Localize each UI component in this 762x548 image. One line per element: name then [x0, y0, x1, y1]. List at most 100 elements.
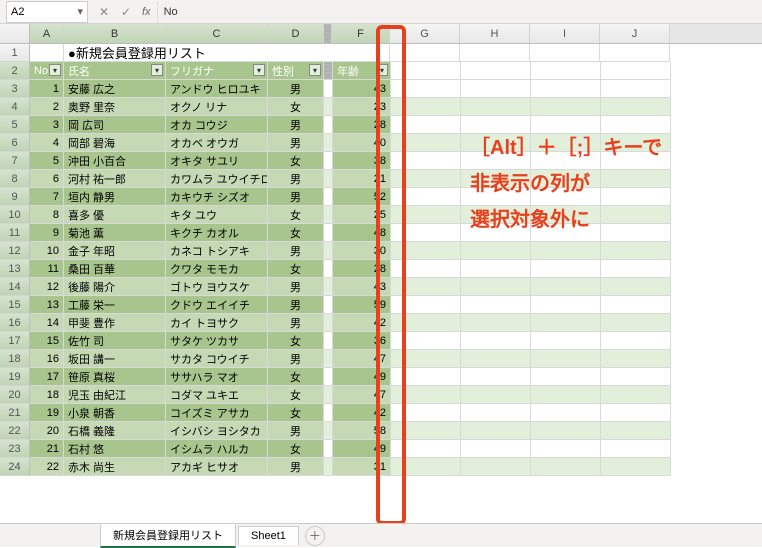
row-header[interactable]: 19: [0, 368, 30, 386]
cell-no[interactable]: 7: [30, 188, 64, 206]
cell-kana[interactable]: アンドウ ヒロユキ: [166, 80, 268, 98]
cell-sex[interactable]: 女: [268, 386, 324, 404]
row-header[interactable]: 11: [0, 224, 30, 242]
cell-name[interactable]: 児玉 由紀江: [64, 386, 166, 404]
th-kana[interactable]: フリガナ▾: [166, 62, 268, 80]
formula-bar[interactable]: No: [157, 1, 762, 23]
add-sheet-icon[interactable]: ＋: [305, 526, 325, 546]
cell-no[interactable]: 2: [30, 98, 64, 116]
row-header[interactable]: 20: [0, 386, 30, 404]
cell-kana[interactable]: イシバシ ヨシタカ: [166, 422, 268, 440]
cell-no[interactable]: 22: [30, 458, 64, 476]
cell-age[interactable]: 49: [333, 368, 391, 386]
cell-name[interactable]: 岡部 碧海: [64, 134, 166, 152]
row-header[interactable]: 21: [0, 404, 30, 422]
row-header[interactable]: 23: [0, 440, 30, 458]
fx-icon[interactable]: fx: [142, 6, 151, 18]
col-C[interactable]: C: [166, 24, 268, 43]
chevron-down-icon[interactable]: ▾: [77, 5, 83, 18]
col-G[interactable]: G: [390, 24, 460, 43]
cell-kana[interactable]: カワムラ ユウイチロウ: [166, 170, 268, 188]
cell-no[interactable]: 14: [30, 314, 64, 332]
cell-no[interactable]: 10: [30, 242, 64, 260]
cell-age[interactable]: 36: [333, 332, 391, 350]
cell-kana[interactable]: カイ トヨサク: [166, 314, 268, 332]
cell-sex[interactable]: 女: [268, 404, 324, 422]
tab-sheet1[interactable]: Sheet1: [238, 526, 299, 545]
cancel-icon[interactable]: ✕: [96, 5, 112, 19]
col-D[interactable]: D: [268, 24, 324, 43]
row-header[interactable]: 17: [0, 332, 30, 350]
th-age[interactable]: 年齢▾: [333, 62, 391, 80]
cell-no[interactable]: 12: [30, 278, 64, 296]
cell-age[interactable]: 31: [333, 458, 391, 476]
cell-age[interactable]: 38: [333, 152, 391, 170]
filter-icon[interactable]: ▾: [309, 64, 321, 76]
row-header[interactable]: 9: [0, 188, 30, 206]
cell-name[interactable]: 河村 祐一郎: [64, 170, 166, 188]
cell-kana[interactable]: コイズミ アサカ: [166, 404, 268, 422]
cell-kana[interactable]: ゴトウ ヨウスケ: [166, 278, 268, 296]
cell-sex[interactable]: 男: [268, 296, 324, 314]
cell-name[interactable]: 石村 悠: [64, 440, 166, 458]
cell-no[interactable]: 9: [30, 224, 64, 242]
cell-no[interactable]: 11: [30, 260, 64, 278]
cell-age[interactable]: 25: [333, 206, 391, 224]
cell-name[interactable]: 坂田 講一: [64, 350, 166, 368]
cell-name[interactable]: 後藤 陽介: [64, 278, 166, 296]
cell-age[interactable]: 58: [333, 422, 391, 440]
cell-kana[interactable]: オカベ オウガ: [166, 134, 268, 152]
row-header[interactable]: 12: [0, 242, 30, 260]
cell-no[interactable]: 5: [30, 152, 64, 170]
cell-name[interactable]: 赤木 尚生: [64, 458, 166, 476]
row-header[interactable]: 10: [0, 206, 30, 224]
cell-sex[interactable]: 男: [268, 188, 324, 206]
cell-no[interactable]: 3: [30, 116, 64, 134]
cell-age[interactable]: 49: [333, 440, 391, 458]
cell-age[interactable]: 21: [333, 170, 391, 188]
cell-kana[interactable]: オカ コウジ: [166, 116, 268, 134]
cell-sex[interactable]: 男: [268, 314, 324, 332]
filter-icon[interactable]: ▾: [151, 64, 163, 76]
cell-sex[interactable]: 男: [268, 134, 324, 152]
cell-kana[interactable]: キタ ユウ: [166, 206, 268, 224]
cell-name[interactable]: 工藤 栄一: [64, 296, 166, 314]
row-header[interactable]: 4: [0, 98, 30, 116]
cell-name[interactable]: 金子 年昭: [64, 242, 166, 260]
cell-sex[interactable]: 女: [268, 260, 324, 278]
spreadsheet-grid[interactable]: A B C D F G H I J 1 ●新規会員登録用リスト 2 No▾ 氏名…: [0, 24, 762, 476]
cell-age[interactable]: 47: [333, 350, 391, 368]
cell-age[interactable]: 42: [333, 314, 391, 332]
cell-no[interactable]: 8: [30, 206, 64, 224]
row-header[interactable]: 15: [0, 296, 30, 314]
cell-age[interactable]: 28: [333, 260, 391, 278]
cell-no[interactable]: 19: [30, 404, 64, 422]
cell-kana[interactable]: オクノ リナ: [166, 98, 268, 116]
cell-name[interactable]: 甲斐 豊作: [64, 314, 166, 332]
cell-sex[interactable]: 男: [268, 116, 324, 134]
cell-sex[interactable]: 男: [268, 458, 324, 476]
cell-kana[interactable]: クワタ モモカ: [166, 260, 268, 278]
cell-name[interactable]: 安藤 広之: [64, 80, 166, 98]
cell-sex[interactable]: 男: [268, 170, 324, 188]
cell-age[interactable]: 48: [333, 224, 391, 242]
filter-icon[interactable]: ▾: [376, 64, 388, 76]
cell-age[interactable]: 47: [333, 386, 391, 404]
cell-no[interactable]: 20: [30, 422, 64, 440]
cell-no[interactable]: 4: [30, 134, 64, 152]
row-header[interactable]: 3: [0, 80, 30, 98]
col-F[interactable]: F: [332, 24, 390, 43]
cell-kana[interactable]: サカタ コウイチ: [166, 350, 268, 368]
cell-sex[interactable]: 男: [268, 80, 324, 98]
row-header[interactable]: 24: [0, 458, 30, 476]
cell-sex[interactable]: 男: [268, 242, 324, 260]
cell-no[interactable]: 21: [30, 440, 64, 458]
col-B[interactable]: B: [64, 24, 166, 43]
row-header[interactable]: 2: [0, 62, 30, 80]
cell-age[interactable]: 30: [333, 242, 391, 260]
cell-sex[interactable]: 女: [268, 98, 324, 116]
cell-sex[interactable]: 男: [268, 350, 324, 368]
row-header[interactable]: 7: [0, 152, 30, 170]
cell-age[interactable]: 28: [333, 116, 391, 134]
cell-age[interactable]: 23: [333, 98, 391, 116]
